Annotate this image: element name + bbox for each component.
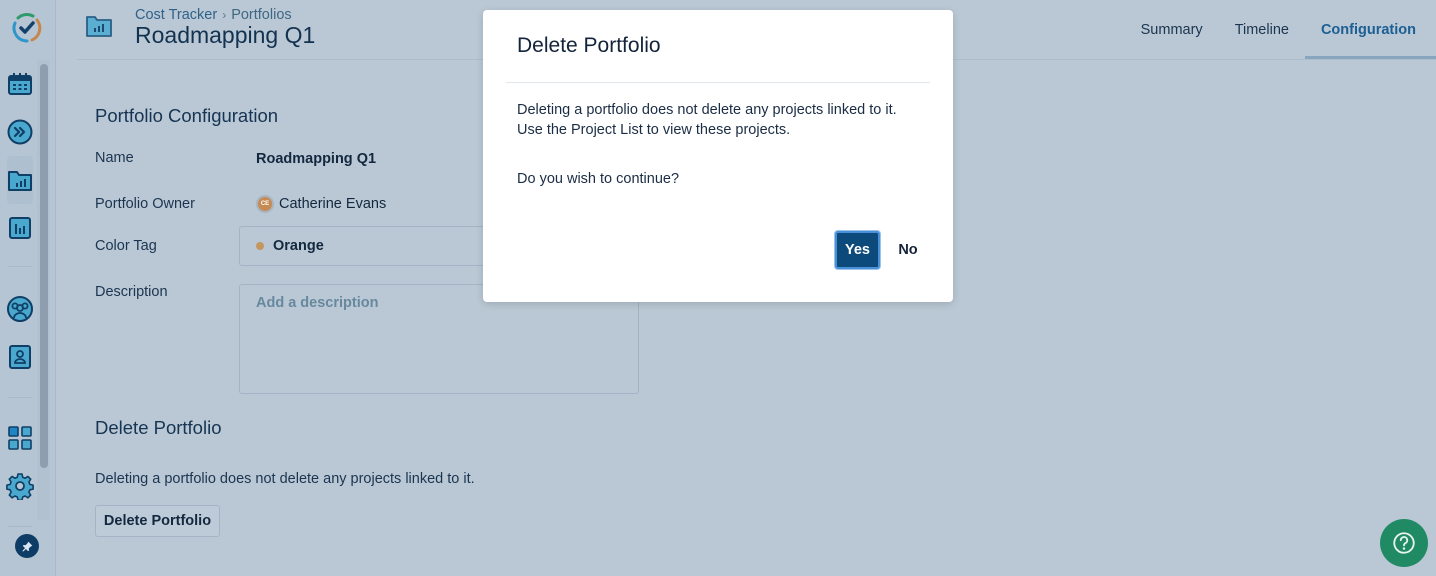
pin-icon[interactable] xyxy=(15,534,39,558)
delete-note: Deleting a portfolio does not delete any… xyxy=(95,471,475,487)
name-value[interactable]: Roadmapping Q1 xyxy=(256,151,376,167)
breadcrumb-separator: › xyxy=(222,8,227,22)
dialog-body-line-2: Use the Project List to view these proje… xyxy=(517,122,791,138)
color-tag-label: Color Tag xyxy=(95,238,157,254)
page-title: Roadmapping Q1 xyxy=(135,22,316,48)
dialog-divider xyxy=(506,82,930,83)
dashboard-grid-icon[interactable] xyxy=(5,423,35,453)
breadcrumb: Cost Tracker › Portfolios xyxy=(135,7,292,23)
avatar: CE xyxy=(256,195,274,213)
tab-timeline[interactable]: Timeline xyxy=(1219,0,1305,60)
dialog-body-line-1: Deleting a portfolio does not delete any… xyxy=(517,102,897,118)
delete-portfolio-button[interactable]: Delete Portfolio xyxy=(95,505,220,537)
team-icon[interactable] xyxy=(5,294,35,324)
description-label: Description xyxy=(95,284,168,300)
delete-portfolio-dialog: Delete Portfolio Deleting a portfolio do… xyxy=(483,10,953,302)
section-title-configuration: Portfolio Configuration xyxy=(95,105,279,126)
portfolio-folder-icon[interactable] xyxy=(5,165,35,195)
sidebar xyxy=(0,0,56,576)
tab-configuration[interactable]: Configuration xyxy=(1304,0,1436,60)
section-title-delete: Delete Portfolio xyxy=(95,417,222,438)
color-tag-value: Orange xyxy=(273,238,324,254)
report-chart-icon[interactable] xyxy=(5,213,35,243)
name-label: Name xyxy=(95,150,134,166)
color-dot-icon xyxy=(256,242,264,250)
tabs: Summary Timeline Configuration xyxy=(1125,0,1436,60)
sidebar-divider xyxy=(8,266,32,267)
sidebar-scrollbar-thumb[interactable] xyxy=(40,64,48,468)
tab-summary[interactable]: Summary xyxy=(1125,0,1219,60)
dialog-body: Deleting a portfolio does not delete any… xyxy=(517,100,927,140)
portfolio-folder-icon xyxy=(85,14,113,38)
help-button[interactable] xyxy=(1380,519,1428,567)
no-button[interactable]: No xyxy=(888,231,928,269)
sidebar-divider xyxy=(8,397,32,398)
fast-forward-icon[interactable] xyxy=(5,117,35,147)
calendar-icon[interactable] xyxy=(5,69,35,99)
user-card-icon[interactable] xyxy=(5,342,35,372)
breadcrumb-portfolios[interactable]: Portfolios xyxy=(231,7,291,23)
settings-gear-icon[interactable] xyxy=(5,471,35,501)
yes-button[interactable]: Yes xyxy=(835,231,880,269)
app-logo-icon[interactable] xyxy=(10,11,44,45)
dialog-question: Do you wish to continue? xyxy=(517,171,680,187)
owner-name[interactable]: Catherine Evans xyxy=(279,196,386,212)
help-question-icon xyxy=(1393,532,1415,554)
sidebar-divider xyxy=(8,526,32,527)
owner-label: Portfolio Owner xyxy=(95,196,195,212)
breadcrumb-cost-tracker[interactable]: Cost Tracker xyxy=(135,7,217,23)
dialog-title: Delete Portfolio xyxy=(517,34,661,57)
